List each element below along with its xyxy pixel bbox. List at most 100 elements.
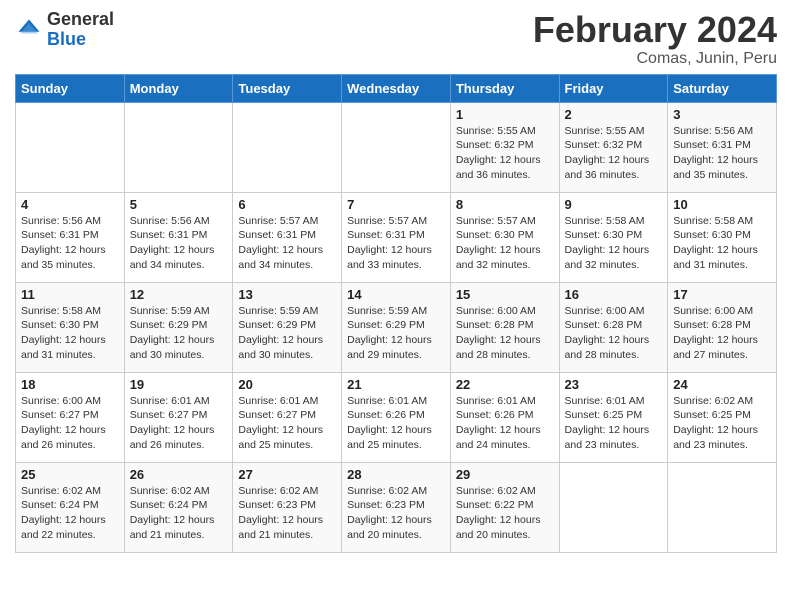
month-title: February 2024 [533, 10, 777, 50]
calendar-cell [124, 102, 233, 192]
day-number: 6 [238, 197, 336, 212]
calendar-cell: 23 Sunrise: 6:01 AM Sunset: 6:25 PM Dayli… [559, 372, 668, 462]
week-row-1: 1 Sunrise: 5:55 AM Sunset: 6:32 PM Daylig… [16, 102, 777, 192]
day-number: 27 [238, 467, 336, 482]
day-number: 5 [130, 197, 228, 212]
week-row-5: 25 Sunrise: 6:02 AM Sunset: 6:24 PM Dayli… [16, 462, 777, 552]
day-info: Sunrise: 6:00 AM Sunset: 6:28 PM Dayligh… [673, 304, 771, 363]
title-section: February 2024 Comas, Junin, Peru [533, 10, 777, 68]
calendar-table: Sunday Monday Tuesday Wednesday Thursday… [15, 74, 777, 553]
day-info: Sunrise: 6:00 AM Sunset: 6:27 PM Dayligh… [21, 394, 119, 453]
calendar-cell: 22 Sunrise: 6:01 AM Sunset: 6:26 PM Dayli… [450, 372, 559, 462]
calendar-cell: 13 Sunrise: 5:59 AM Sunset: 6:29 PM Dayli… [233, 282, 342, 372]
calendar-cell: 27 Sunrise: 6:02 AM Sunset: 6:23 PM Dayli… [233, 462, 342, 552]
calendar-cell: 21 Sunrise: 6:01 AM Sunset: 6:26 PM Dayli… [342, 372, 451, 462]
calendar-cell: 19 Sunrise: 6:01 AM Sunset: 6:27 PM Dayli… [124, 372, 233, 462]
calendar-cell: 2 Sunrise: 5:55 AM Sunset: 6:32 PM Daylig… [559, 102, 668, 192]
day-info: Sunrise: 6:02 AM Sunset: 6:22 PM Dayligh… [456, 484, 554, 543]
day-number: 19 [130, 377, 228, 392]
header-sunday: Sunday [16, 74, 125, 102]
day-number: 7 [347, 197, 445, 212]
day-info: Sunrise: 6:02 AM Sunset: 6:24 PM Dayligh… [21, 484, 119, 543]
day-info: Sunrise: 5:59 AM Sunset: 6:29 PM Dayligh… [347, 304, 445, 363]
page-header: General Blue February 2024 Comas, Junin,… [15, 10, 777, 68]
calendar-cell: 12Sunrise: 5:59 AM Sunset: 6:29 PM Dayli… [124, 282, 233, 372]
day-info: Sunrise: 5:57 AM Sunset: 6:31 PM Dayligh… [347, 214, 445, 273]
day-number: 25 [21, 467, 119, 482]
day-info: Sunrise: 6:00 AM Sunset: 6:28 PM Dayligh… [565, 304, 663, 363]
day-info: Sunrise: 5:55 AM Sunset: 6:32 PM Dayligh… [565, 124, 663, 183]
day-number: 29 [456, 467, 554, 482]
header-tuesday: Tuesday [233, 74, 342, 102]
calendar-header: Sunday Monday Tuesday Wednesday Thursday… [16, 74, 777, 102]
day-number: 1 [456, 107, 554, 122]
day-info: Sunrise: 6:02 AM Sunset: 6:24 PM Dayligh… [130, 484, 228, 543]
header-saturday: Saturday [668, 74, 777, 102]
calendar-cell: 29 Sunrise: 6:02 AM Sunset: 6:22 PM Dayli… [450, 462, 559, 552]
calendar-cell: 11Sunrise: 5:58 AM Sunset: 6:30 PM Dayli… [16, 282, 125, 372]
day-info: Sunrise: 5:57 AM Sunset: 6:31 PM Dayligh… [238, 214, 336, 273]
day-number: 8 [456, 197, 554, 212]
calendar-cell: 28 Sunrise: 6:02 AM Sunset: 6:23 PM Dayli… [342, 462, 451, 552]
day-info: Sunrise: 5:58 AM Sunset: 6:30 PM Dayligh… [673, 214, 771, 273]
calendar-cell: 4Sunrise: 5:56 AM Sunset: 6:31 PM Daylig… [16, 192, 125, 282]
day-number: 10 [673, 197, 771, 212]
day-info: Sunrise: 5:56 AM Sunset: 6:31 PM Dayligh… [130, 214, 228, 273]
day-info: Sunrise: 6:01 AM Sunset: 6:26 PM Dayligh… [347, 394, 445, 453]
day-info: Sunrise: 5:57 AM Sunset: 6:30 PM Dayligh… [456, 214, 554, 273]
calendar-cell: 6 Sunrise: 5:57 AM Sunset: 6:31 PM Daylig… [233, 192, 342, 282]
calendar-cell: 17Sunrise: 6:00 AM Sunset: 6:28 PM Dayli… [668, 282, 777, 372]
day-number: 3 [673, 107, 771, 122]
calendar-cell: 10 Sunrise: 5:58 AM Sunset: 6:30 PM Dayli… [668, 192, 777, 282]
header-thursday: Thursday [450, 74, 559, 102]
day-number: 20 [238, 377, 336, 392]
day-number: 2 [565, 107, 663, 122]
day-info: Sunrise: 5:59 AM Sunset: 6:29 PM Dayligh… [238, 304, 336, 363]
calendar-cell: 9 Sunrise: 5:58 AM Sunset: 6:30 PM Daylig… [559, 192, 668, 282]
calendar-cell: 1Sunrise: 5:55 AM Sunset: 6:32 PM Daylig… [450, 102, 559, 192]
day-number: 23 [565, 377, 663, 392]
logo: General Blue [15, 10, 114, 50]
calendar-cell: 5 Sunrise: 5:56 AM Sunset: 6:31 PM Daylig… [124, 192, 233, 282]
calendar-cell [559, 462, 668, 552]
day-number: 9 [565, 197, 663, 212]
header-friday: Friday [559, 74, 668, 102]
calendar-cell: 26 Sunrise: 6:02 AM Sunset: 6:24 PM Dayli… [124, 462, 233, 552]
day-number: 28 [347, 467, 445, 482]
calendar-cell: 18 Sunrise: 6:00 AM Sunset: 6:27 PM Dayli… [16, 372, 125, 462]
day-info: Sunrise: 6:02 AM Sunset: 6:23 PM Dayligh… [347, 484, 445, 543]
header-monday: Monday [124, 74, 233, 102]
header-row: Sunday Monday Tuesday Wednesday Thursday… [16, 74, 777, 102]
calendar-cell: 8 Sunrise: 5:57 AM Sunset: 6:30 PM Daylig… [450, 192, 559, 282]
logo-blue: Blue [47, 30, 114, 50]
calendar-cell: 7 Sunrise: 5:57 AM Sunset: 6:31 PM Daylig… [342, 192, 451, 282]
logo-icon [15, 16, 43, 44]
day-number: 26 [130, 467, 228, 482]
calendar-cell: 14 Sunrise: 5:59 AM Sunset: 6:29 PM Dayli… [342, 282, 451, 372]
day-number: 18 [21, 377, 119, 392]
day-number: 24 [673, 377, 771, 392]
day-info: Sunrise: 6:01 AM Sunset: 6:26 PM Dayligh… [456, 394, 554, 453]
logo-text: General Blue [47, 10, 114, 50]
day-info: Sunrise: 6:01 AM Sunset: 6:27 PM Dayligh… [130, 394, 228, 453]
day-info: Sunrise: 6:02 AM Sunset: 6:23 PM Dayligh… [238, 484, 336, 543]
day-number: 21 [347, 377, 445, 392]
calendar-cell: 3Sunrise: 5:56 AM Sunset: 6:31 PM Daylig… [668, 102, 777, 192]
header-wednesday: Wednesday [342, 74, 451, 102]
day-number: 22 [456, 377, 554, 392]
day-info: Sunrise: 5:58 AM Sunset: 6:30 PM Dayligh… [565, 214, 663, 273]
week-row-4: 18 Sunrise: 6:00 AM Sunset: 6:27 PM Dayli… [16, 372, 777, 462]
day-number: 13 [238, 287, 336, 302]
day-number: 14 [347, 287, 445, 302]
day-info: Sunrise: 5:59 AM Sunset: 6:29 PM Dayligh… [130, 304, 228, 363]
day-info: Sunrise: 6:00 AM Sunset: 6:28 PM Dayligh… [456, 304, 554, 363]
calendar-cell: 20 Sunrise: 6:01 AM Sunset: 6:27 PM Dayli… [233, 372, 342, 462]
logo-general: General [47, 10, 114, 30]
calendar-cell: 15 Sunrise: 6:00 AM Sunset: 6:28 PM Dayli… [450, 282, 559, 372]
calendar-cell [668, 462, 777, 552]
day-info: Sunrise: 5:56 AM Sunset: 6:31 PM Dayligh… [21, 214, 119, 273]
day-number: 15 [456, 287, 554, 302]
day-info: Sunrise: 6:01 AM Sunset: 6:25 PM Dayligh… [565, 394, 663, 453]
day-info: Sunrise: 6:01 AM Sunset: 6:27 PM Dayligh… [238, 394, 336, 453]
week-row-2: 4Sunrise: 5:56 AM Sunset: 6:31 PM Daylig… [16, 192, 777, 282]
